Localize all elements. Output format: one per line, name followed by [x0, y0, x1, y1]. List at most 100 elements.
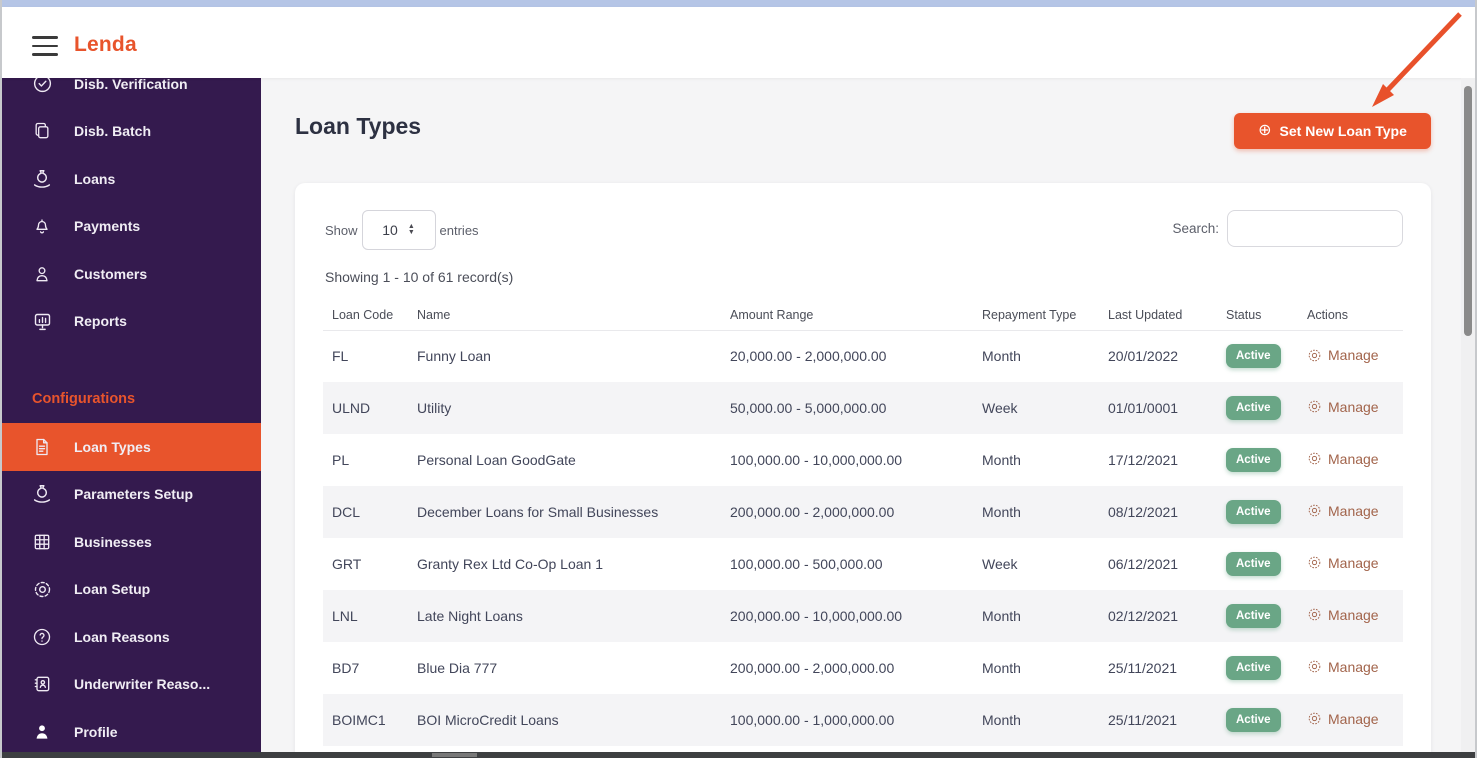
cell-loan-code: PL [332, 452, 350, 468]
sidebar-item-profile[interactable]: Profile [2, 708, 261, 752]
entries-label: entries [439, 222, 479, 238]
cell-repayment-type: Month [982, 660, 1021, 676]
cell-repayment-type: Month [982, 452, 1021, 468]
column-header-actions: Actions [1298, 300, 1403, 331]
scrollbar-thumb[interactable] [1464, 86, 1472, 336]
sidebar-item-label: Customers [74, 265, 148, 282]
manage-label: Manage [1328, 658, 1379, 675]
search-input[interactable] [1227, 210, 1403, 247]
column-header-loan-code: Loan Code [323, 300, 408, 331]
sidebar-item-loan-reasons[interactable]: Loan Reasons [2, 613, 261, 661]
page-size-value: 10 [382, 222, 398, 238]
gear-icon [1308, 349, 1321, 361]
cell-repayment-type: Month [982, 348, 1021, 365]
cell-last-updated: 17/12/2021 [1108, 452, 1179, 468]
sidebar-item-label: Disb. Batch [74, 123, 152, 140]
cell-loan-code: GRT [332, 556, 362, 572]
manage-button[interactable]: Manage [1307, 555, 1379, 571]
sidebar-item-customers[interactable]: Customers [2, 250, 261, 298]
sidebar-item-label: Loan Reasons [74, 628, 170, 645]
app-window: Lenda Disb. Verification Disb. Batch Loa… [0, 0, 1477, 758]
manage-button[interactable]: Manage [1307, 659, 1379, 675]
check-circle-icon [30, 78, 54, 96]
status-badge: Active [1226, 708, 1281, 732]
table-row: BOIMC1 BOI MicroCredit Loans 100,000.00 … [323, 694, 1403, 746]
column-header-amount-range: Amount Range [721, 300, 973, 331]
cell-name: Personal Loan GoodGate [417, 452, 576, 468]
hamburger-menu-icon[interactable] [32, 36, 58, 56]
sidebar-item-payments[interactable]: Payments [2, 203, 261, 251]
set-new-loan-type-button[interactable]: ⊕ Set New Loan Type [1234, 113, 1431, 149]
money-hand-icon [30, 482, 54, 506]
sidebar-item-disb-batch[interactable]: Disb. Batch [2, 108, 261, 156]
status-badge: Active [1226, 500, 1281, 524]
page-title: Loan Types [295, 113, 422, 139]
column-header-repayment-type: Repayment Type [973, 300, 1099, 331]
sidebar-item-loan-types[interactable]: Loan Types [2, 423, 261, 471]
horizontal-scrollbar-thumb[interactable] [432, 753, 477, 757]
loan-types-table: Loan Code Name Amount Range Repayment Ty… [323, 300, 1403, 746]
money-hand-icon [30, 167, 54, 191]
person-filled-icon [30, 720, 54, 744]
cell-repayment-type: Week [982, 556, 1018, 572]
manage-button[interactable]: Manage [1307, 711, 1379, 727]
manage-button[interactable]: Manage [1307, 399, 1379, 415]
cell-amount-range: 200,000.00 - 2,000,000.00 [730, 660, 895, 676]
window-top-edge [2, 0, 1475, 7]
records-count-text: Showing 1 - 10 of 61 record(s) [325, 269, 514, 285]
cell-name: December Loans for Small Businesses [417, 504, 659, 520]
status-badge: Active [1226, 552, 1281, 576]
cell-loan-code: BOIMC1 [332, 712, 386, 728]
sidebar-section-configurations: Configurations [32, 391, 136, 407]
help-circle-icon [30, 625, 54, 649]
cell-amount-range: 200,000.00 - 10,000,000.00 [730, 608, 903, 624]
manage-button[interactable]: Manage [1307, 451, 1379, 467]
sidebar: Disb. Verification Disb. Batch Loans Pay… [2, 78, 261, 752]
sidebar-item-disb-verification[interactable]: Disb. Verification [2, 78, 261, 108]
copy-icon [30, 119, 54, 143]
sidebar-item-label: Parameters Setup [74, 486, 194, 503]
cell-repayment-type: Month [982, 712, 1021, 728]
table-row: PL Personal Loan GoodGate 100,000.00 - 1… [323, 434, 1403, 486]
table-row: DCL December Loans for Small Businesses … [323, 486, 1403, 538]
gear-icon [1308, 660, 1321, 673]
sidebar-item-businesses[interactable]: Businesses [2, 518, 261, 566]
cell-last-updated: 01/01/0001 [1108, 400, 1179, 416]
manage-button[interactable]: Manage [1307, 347, 1379, 363]
cell-amount-range: 100,000.00 - 500,000.00 [730, 556, 883, 572]
bell-icon [30, 214, 54, 238]
status-badge: Active [1226, 656, 1281, 680]
gear-icon [1308, 400, 1321, 413]
sidebar-item-parameters-setup[interactable]: Parameters Setup [2, 471, 261, 519]
sidebar-item-reports[interactable]: Reports [2, 298, 261, 346]
status-badge: Active [1226, 448, 1281, 472]
manage-button[interactable]: Manage [1307, 503, 1379, 519]
cell-name: Utility [417, 400, 452, 416]
cell-last-updated: 20/01/2022 [1108, 348, 1179, 365]
manage-label: Manage [1328, 606, 1379, 623]
gear-icon [1308, 452, 1321, 465]
search-control: Search: [1172, 210, 1403, 247]
search-label: Search: [1172, 221, 1219, 236]
page-size-control: Show 10 ▲ ▼ entries [325, 210, 479, 250]
manage-label: Manage [1328, 450, 1379, 467]
vertical-scrollbar[interactable] [1461, 78, 1475, 752]
cell-loan-code: ULND [332, 400, 371, 416]
cell-amount-range: 50,000.00 - 5,000,000.00 [730, 400, 887, 416]
table-row: FL Funny Loan 20,000.00 - 2,000,000.00 M… [323, 330, 1403, 382]
sidebar-item-underwriter-reasons[interactable]: Underwriter Reaso... [2, 661, 261, 709]
id-card-icon [30, 672, 54, 696]
gear-icon [1308, 504, 1321, 517]
column-header-status: Status [1217, 300, 1298, 331]
cell-name: Funny Loan [417, 348, 491, 365]
sidebar-item-loans[interactable]: Loans [2, 155, 261, 203]
sidebar-item-loan-setup[interactable]: Loan Setup [2, 566, 261, 614]
manage-button[interactable]: Manage [1307, 607, 1379, 623]
sidebar-item-label: Loans [74, 170, 116, 187]
page-size-select[interactable]: 10 ▲ ▼ [361, 210, 436, 250]
cell-repayment-type: Month [982, 504, 1021, 520]
grid-icon [30, 530, 54, 554]
cell-loan-code: BD7 [332, 660, 360, 676]
cell-name: Blue Dia 777 [417, 660, 498, 676]
window-bottom-edge [2, 752, 1475, 758]
